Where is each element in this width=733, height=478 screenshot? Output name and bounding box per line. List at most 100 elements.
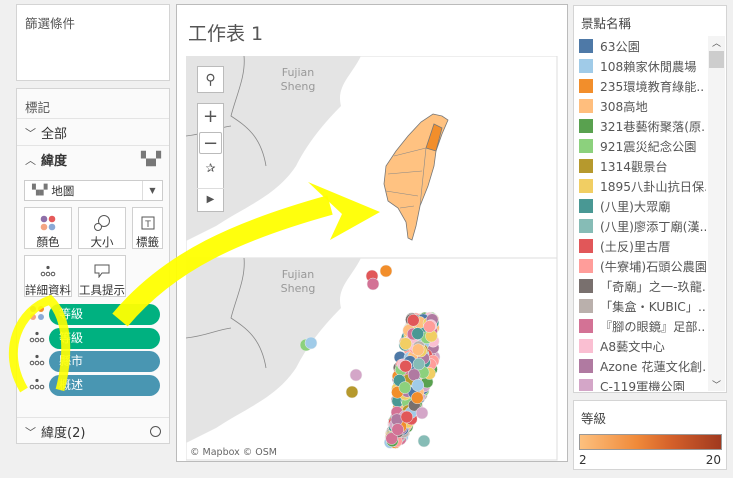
map-point[interactable] — [399, 337, 412, 350]
map-point[interactable] — [417, 434, 431, 448]
tooltip-icon — [79, 260, 125, 282]
color-legend: 景點名稱 63公園 108賴家休閒農場 235環境教育綠能.. 308高地 321巷藝術… — [573, 5, 727, 393]
legend-swatch — [579, 299, 593, 313]
map-view[interactable]: Fujian Sheng Fujian Sheng — [186, 56, 558, 462]
legend-item[interactable]: 「集盒・KUBIC」.. — [576, 296, 706, 316]
color-encoding-icon[interactable] — [29, 305, 45, 324]
map-point[interactable] — [411, 379, 425, 392]
expand-toolbar-button[interactable]: ▶ — [197, 188, 224, 210]
map-point[interactable] — [411, 391, 424, 405]
mark-type-value: 地圖 — [51, 183, 75, 198]
zoom-in-button[interactable]: + — [197, 104, 224, 128]
map-point[interactable] — [345, 385, 359, 399]
label-button[interactable]: T 標籤 — [132, 207, 163, 249]
legend-item[interactable]: 63公園 — [576, 36, 706, 56]
mark-type-dropdown[interactable]: ▚▞ 地圖 ▼ — [24, 180, 163, 201]
legend-label: (牛寮埔)石頭公農園 — [600, 260, 706, 274]
legend-label: (八里)廖添丁廟(漢.. — [600, 220, 706, 234]
legend-item[interactable]: (八里)廖添丁廟(漢.. — [576, 216, 706, 236]
legend-item[interactable]: 1314觀景台 — [576, 156, 706, 176]
legend-item[interactable]: A8藝文中心 — [576, 336, 706, 356]
detail-button[interactable]: 詳細資料 — [24, 255, 72, 297]
detail-label: 詳細資料 — [25, 283, 71, 297]
filters-shelf[interactable]: 篩選條件 — [16, 4, 170, 81]
marks-latitude2-section[interactable]: ﹀ 緯度(2) — [17, 417, 169, 445]
legend-label: 321巷藝術聚落(原.. — [600, 120, 706, 134]
map-point[interactable] — [399, 359, 412, 373]
field-pill[interactable]: 等級 — [49, 327, 160, 349]
map-point[interactable] — [423, 320, 436, 333]
map-point[interactable] — [379, 264, 393, 278]
grade-legend-title: 等級 — [581, 411, 607, 426]
legend-item[interactable]: Azone 花蓮文化創.. — [576, 356, 706, 376]
legend-label: 「奇廟」之一-玖龍.. — [600, 280, 706, 294]
detail-encoding-icon[interactable] — [29, 331, 45, 346]
scroll-down-icon[interactable]: ﹀ — [708, 378, 725, 391]
legend-item[interactable]: 108賴家休閒農場 — [576, 56, 706, 76]
legend-label: 108賴家休閒農場 — [600, 60, 697, 74]
legend-swatch — [579, 279, 593, 293]
scroll-up-icon[interactable]: ︿ — [708, 36, 725, 50]
field-pill[interactable]: 等級 — [49, 304, 160, 325]
map-point[interactable] — [407, 314, 420, 327]
legend-item[interactable]: (土反)里古厝 — [576, 236, 706, 256]
field-pill[interactable]: 概述 — [49, 374, 160, 396]
zoom-out-button[interactable]: − — [199, 132, 222, 154]
detail-encoding-icon[interactable] — [29, 354, 45, 369]
color-icon — [25, 212, 71, 234]
map-point[interactable] — [349, 368, 363, 382]
legend-scrollbar[interactable]: ︿ ﹀ — [708, 36, 725, 391]
field-pill[interactable]: 縣市 — [49, 351, 160, 372]
grade-min: 2 — [579, 453, 587, 467]
dropdown-arrow-icon[interactable]: ▼ — [142, 181, 162, 200]
map-point[interactable] — [398, 381, 412, 394]
latitude2-label: 緯度(2) — [41, 426, 86, 441]
marks-title: 標記 — [25, 100, 51, 115]
map-regions-pane[interactable]: Fujian Sheng — [186, 56, 558, 259]
map-point[interactable] — [304, 336, 318, 350]
legend-item[interactable]: 921震災紀念公園 — [576, 136, 706, 156]
legend-swatch — [579, 339, 593, 353]
legend-item[interactable]: 235環境教育綠能.. — [576, 76, 706, 96]
map-point[interactable] — [366, 277, 380, 291]
legend-swatch — [579, 359, 593, 373]
map-place-label: Fujian Sheng — [281, 66, 316, 93]
detail-icon — [25, 260, 71, 282]
legend-label: Azone 花蓮文化創.. — [600, 360, 706, 374]
pin-map-button[interactable]: ✰ — [197, 156, 224, 180]
legend-label: 308高地 — [600, 100, 648, 114]
map-point[interactable] — [415, 406, 429, 420]
map-point[interactable] — [391, 423, 404, 436]
map-point[interactable] — [412, 357, 426, 371]
tooltip-button[interactable]: 工具提示 — [78, 255, 126, 297]
legend-item[interactable]: 1895八卦山抗日保.. — [576, 176, 706, 196]
legend-item[interactable]: 『腳の眼鏡』足部.. — [576, 316, 706, 336]
scrollbar-thumb[interactable] — [709, 51, 724, 68]
legend-item[interactable]: 321巷藝術聚落(原.. — [576, 116, 706, 136]
legend-swatch — [579, 79, 593, 93]
legend-label: 235環境教育綠能.. — [600, 80, 705, 94]
grade-gradient-bar — [579, 434, 722, 450]
map-point[interactable] — [400, 410, 414, 424]
legend-label: C-119軍機公園 — [600, 380, 685, 391]
color-button[interactable]: 顏色 — [24, 207, 72, 249]
detail-encoding-icon[interactable] — [29, 378, 45, 393]
legend-item[interactable]: C-119軍機公園 — [576, 376, 706, 391]
legend-item[interactable]: (牛寮埔)石頭公農園 — [576, 256, 706, 276]
map-icon: ▚▞ — [32, 185, 48, 196]
chevron-down-icon: ﹀ — [25, 126, 36, 140]
legend-item[interactable]: 「奇廟」之一-玖龍.. — [576, 276, 706, 296]
marks-field-row — [29, 328, 45, 349]
svg-text:T: T — [144, 220, 151, 230]
tooltip-label: 工具提示 — [79, 283, 125, 297]
legend-swatch — [579, 59, 593, 73]
marks-all-section[interactable]: ﹀ 全部 — [17, 118, 169, 146]
legend-item[interactable]: 308高地 — [576, 96, 706, 116]
chevron-down-icon: ﹀ — [25, 425, 36, 439]
legend-item[interactable]: (八里)大眾廟 — [576, 196, 706, 216]
marks-latitude-section[interactable]: ︿ 緯度 ▚▞ — [17, 145, 169, 173]
map-point[interactable] — [411, 327, 424, 340]
map-search-button[interactable]: ⚲ — [197, 66, 224, 93]
map-point[interactable] — [411, 343, 425, 356]
size-button[interactable]: 大小 — [78, 207, 126, 249]
